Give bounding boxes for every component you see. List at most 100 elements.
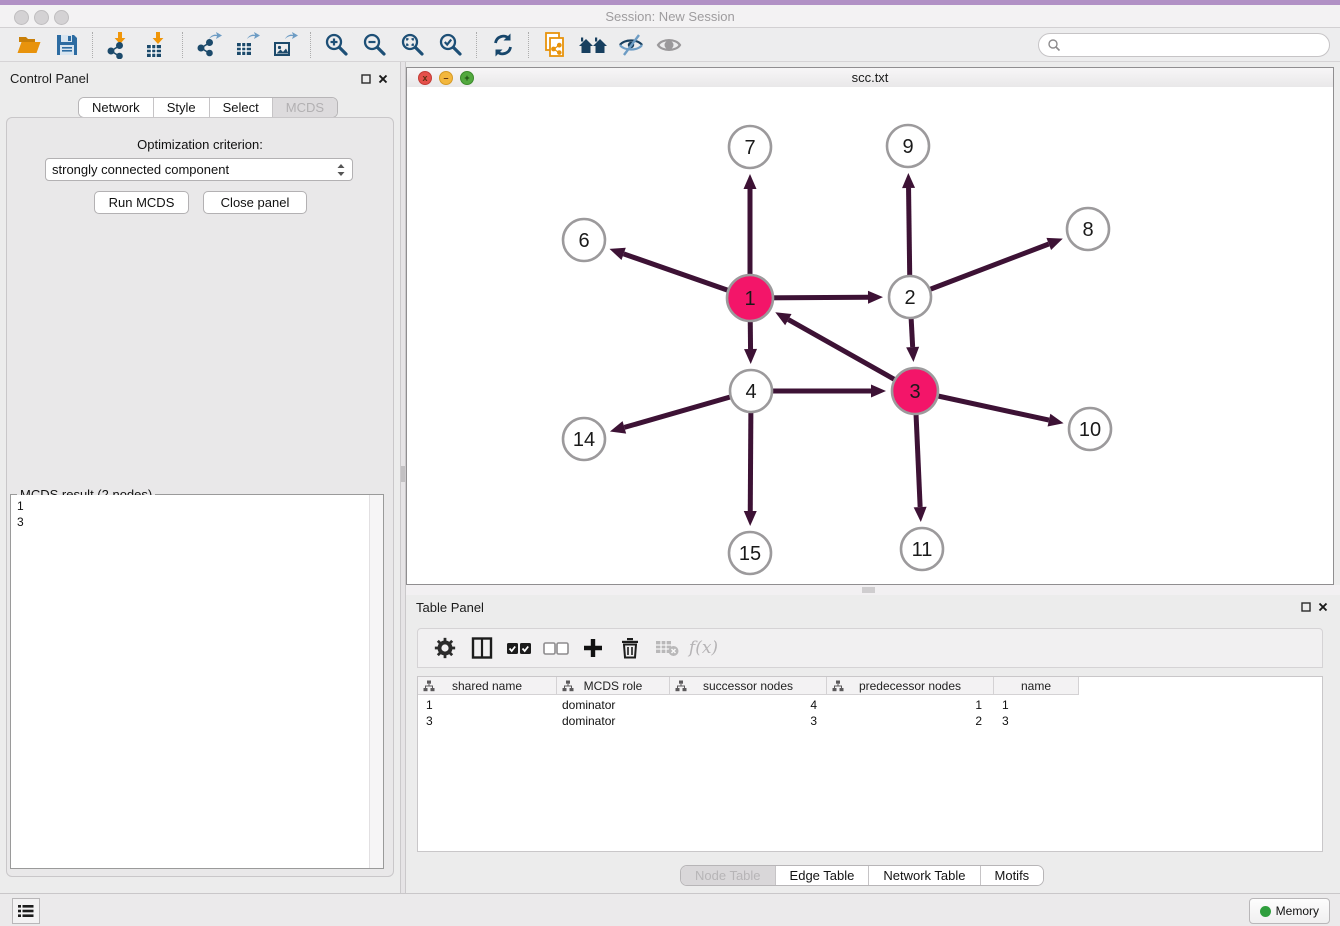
graph-node-label: 4 xyxy=(745,381,756,403)
table-panel-tabs: Node Table Edge Table Network Table Moti… xyxy=(680,865,1044,886)
cell-successor-nodes[interactable]: 4 xyxy=(670,697,827,713)
graph-edge-arrowhead xyxy=(914,507,927,522)
graph-node-1[interactable]: 1 xyxy=(727,275,773,321)
graph-edge-arrowhead xyxy=(744,511,757,526)
main-toolbar xyxy=(0,28,1340,62)
tab-edge-table[interactable]: Edge Table xyxy=(776,866,870,885)
graph-node-label: 3 xyxy=(909,381,920,403)
select-all-icon[interactable] xyxy=(500,632,537,664)
graph-node-14[interactable]: 14 xyxy=(563,418,605,460)
criterion-dropdown[interactable]: strongly connected component xyxy=(45,158,353,181)
network-window-titlebar[interactable]: x – + scc.txt xyxy=(407,68,1333,88)
column-header-mcds-role[interactable]: MCDS role xyxy=(557,677,670,695)
cell-shared-name[interactable]: 3 xyxy=(418,713,557,729)
show-columns-icon[interactable] xyxy=(463,632,500,664)
copy-network-icon[interactable] xyxy=(536,30,574,60)
cell-predecessor-nodes[interactable]: 1 xyxy=(827,697,994,713)
float-table-panel-icon[interactable] xyxy=(1301,602,1311,612)
mcds-result-line: 1 xyxy=(17,498,370,514)
deselect-all-icon[interactable] xyxy=(537,632,574,664)
column-header-successor-nodes[interactable]: successor nodes xyxy=(670,677,827,695)
graph-node-15[interactable]: 15 xyxy=(729,532,771,574)
column-header-shared-name[interactable]: shared name xyxy=(418,677,557,695)
column-header-name[interactable]: name xyxy=(994,677,1079,695)
tab-style[interactable]: Style xyxy=(154,98,210,117)
run-mcds-button[interactable]: Run MCDS xyxy=(94,191,189,214)
mcds-result-scrollbar[interactable] xyxy=(369,495,383,868)
memory-status-icon xyxy=(1260,906,1271,917)
close-table-panel-icon[interactable] xyxy=(1318,602,1328,612)
graph-node-10[interactable]: 10 xyxy=(1069,408,1111,450)
graph-node-6[interactable]: 6 xyxy=(563,219,605,261)
graph-node-8[interactable]: 8 xyxy=(1067,208,1109,250)
graph-node-4[interactable]: 4 xyxy=(730,370,772,412)
column-type-icon xyxy=(562,680,574,692)
horizontal-split-divider[interactable] xyxy=(406,585,1340,595)
session-title: Session: New Session xyxy=(0,9,1340,24)
column-header-predecessor-nodes[interactable]: predecessor nodes xyxy=(827,677,994,695)
memory-label: Memory xyxy=(1276,904,1319,918)
cell-name[interactable]: 3 xyxy=(994,713,1079,729)
graph-node-9[interactable]: 9 xyxy=(887,125,929,167)
cell-name[interactable]: 1 xyxy=(994,697,1079,713)
delete-table-icon[interactable] xyxy=(648,632,685,664)
import-network-icon[interactable] xyxy=(100,30,138,60)
function-builder-icon[interactable]: f(x) xyxy=(689,638,718,658)
show-graphics-details-icon[interactable] xyxy=(650,30,688,60)
graph-edge-arrowhead xyxy=(902,173,915,188)
import-table-icon[interactable] xyxy=(138,30,176,60)
mcds-result-list[interactable]: 1 3 xyxy=(11,495,370,868)
tab-network-table[interactable]: Network Table xyxy=(869,866,980,885)
column-type-icon xyxy=(832,680,844,692)
cell-mcds-role[interactable]: dominator xyxy=(557,713,670,729)
graph-edge-arrowhead xyxy=(871,385,886,398)
graph-edge-arrowhead xyxy=(906,347,919,362)
export-image-icon[interactable] xyxy=(266,30,304,60)
tab-network[interactable]: Network xyxy=(79,98,154,117)
close-panel-button[interactable]: Close panel xyxy=(203,191,307,214)
titlebar: Session: New Session xyxy=(0,5,1340,28)
graph-edge-arrowhead xyxy=(1048,414,1064,427)
graph-node-2[interactable]: 2 xyxy=(889,276,931,318)
hide-graphics-details-icon[interactable] xyxy=(612,30,650,60)
export-table-icon[interactable] xyxy=(228,30,266,60)
zoom-selected-icon[interactable] xyxy=(432,30,470,60)
zoom-fit-icon[interactable] xyxy=(394,30,432,60)
memory-button[interactable]: Memory xyxy=(1249,898,1330,924)
save-session-icon[interactable] xyxy=(48,30,86,60)
horizontal-divider-handle[interactable] xyxy=(862,587,875,593)
open-session-icon[interactable] xyxy=(10,30,48,60)
create-column-icon[interactable] xyxy=(574,632,611,664)
zoom-out-icon[interactable] xyxy=(356,30,394,60)
task-history-button[interactable] xyxy=(12,898,40,924)
search-input[interactable] xyxy=(1061,37,1321,53)
cell-successor-nodes[interactable]: 3 xyxy=(670,713,827,729)
table-row[interactable]: 1 dominator 4 1 1 xyxy=(418,697,1079,713)
home-icon[interactable] xyxy=(574,30,612,60)
tab-motifs[interactable]: Motifs xyxy=(981,866,1044,885)
network-canvas[interactable]: 7 9 6 8 1 2 4 3 14 10 15 11 xyxy=(407,87,1333,584)
mcds-result-line: 3 xyxy=(17,514,370,530)
table-settings-gear-icon[interactable] xyxy=(426,632,463,664)
node-table-header: shared name MCDS role successor nodes pr… xyxy=(418,677,1079,695)
delete-column-trash-icon[interactable] xyxy=(611,632,648,664)
table-row[interactable]: 3 dominator 3 2 3 xyxy=(418,713,1079,729)
graph-node-11[interactable]: 11 xyxy=(901,528,943,570)
tab-node-table[interactable]: Node Table xyxy=(681,866,776,885)
export-network-icon[interactable] xyxy=(190,30,228,60)
table-toolbar: f(x) xyxy=(417,628,1323,668)
graph-node-label: 1 xyxy=(744,288,755,310)
cell-predecessor-nodes[interactable]: 2 xyxy=(827,713,994,729)
cell-shared-name[interactable]: 1 xyxy=(418,697,557,713)
cell-mcds-role[interactable]: dominator xyxy=(557,697,670,713)
graph-node-7[interactable]: 7 xyxy=(729,126,771,168)
close-panel-icon[interactable] xyxy=(378,74,388,84)
float-panel-icon[interactable] xyxy=(361,74,371,84)
tab-select[interactable]: Select xyxy=(210,98,273,117)
zoom-in-icon[interactable] xyxy=(318,30,356,60)
refresh-icon[interactable] xyxy=(484,30,522,60)
graph-node-3[interactable]: 3 xyxy=(892,368,938,414)
tab-mcds[interactable]: MCDS xyxy=(273,98,337,117)
search-box[interactable] xyxy=(1038,33,1330,57)
vertical-divider-handle[interactable] xyxy=(401,466,405,482)
